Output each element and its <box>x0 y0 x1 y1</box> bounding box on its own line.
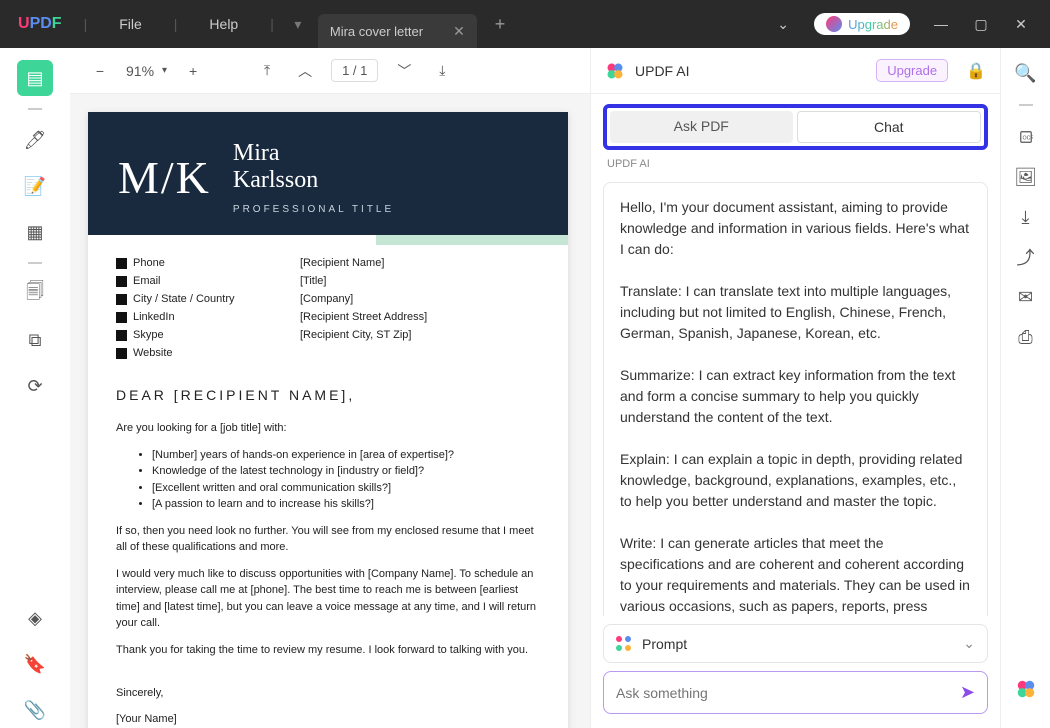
ai-title: UPDF AI <box>635 63 689 79</box>
left-sidebar: ▤ 🖊 📝 ▦ 🗐 ⧉ ⟳ ◈ 🔖 📎 <box>0 48 70 728</box>
location-icon <box>116 294 127 305</box>
ai-messages[interactable]: Hello, I'm your document assistant, aimi… <box>591 176 1000 616</box>
ai-panel: UPDF AI Upgrade 🔒 Ask PDF Chat UPDF AI H… <box>590 48 1000 728</box>
tab-title: Mira cover letter <box>330 24 423 39</box>
website-icon <box>116 348 127 359</box>
name-first: Mira <box>233 140 394 167</box>
upgrade-icon <box>826 16 842 32</box>
first-page-button[interactable]: ⤒ <box>255 59 279 83</box>
mail-icon[interactable]: ✉ <box>1015 286 1037 308</box>
svg-text:OCR: OCR <box>1022 135 1033 141</box>
ask-input-container: ➤ <box>603 671 988 714</box>
title-bar: UPDF | File | Help | ▾ Mira cover letter… <box>0 0 1050 48</box>
prev-page-button[interactable]: ︿ <box>293 59 317 83</box>
close-tab-icon[interactable]: ✕ <box>453 23 465 40</box>
chevron-down-icon: ⌄ <box>963 635 975 652</box>
zoom-out-button[interactable]: − <box>88 59 112 83</box>
tool-edit-icon[interactable]: 📝 <box>17 168 53 204</box>
ai-assistant-message: Hello, I'm your document assistant, aimi… <box>603 182 988 616</box>
share-icon[interactable]: ⤴ <box>1015 246 1037 268</box>
upgrade-label: Upgrade <box>848 17 898 32</box>
recipient-block: [Recipient Name] [Title] [Company] [Reci… <box>300 257 427 359</box>
monogram: M/K <box>118 151 211 204</box>
document-toolbar: − 91%▾ + ⤒ ︿ 1 / 1 ﹀ ⤓ <box>70 48 590 94</box>
window-minimize-icon[interactable]: — <box>932 16 950 32</box>
tool-highlighter-icon[interactable]: 🖊 <box>17 122 53 158</box>
new-tab-button[interactable]: + <box>495 14 506 35</box>
menu-help[interactable]: Help <box>181 16 266 32</box>
tool-reader-icon[interactable]: ▤ <box>17 60 53 96</box>
ask-input[interactable] <box>616 685 960 701</box>
window-maximize-icon[interactable]: ▢ <box>972 16 990 33</box>
updf-ai-logo-icon <box>605 61 625 81</box>
ai-launcher-icon[interactable] <box>1015 678 1037 700</box>
upgrade-badge[interactable]: Upgrade <box>814 13 910 35</box>
salutation: DEAR [RECIPIENT NAME], <box>116 385 540 406</box>
zoom-in-button[interactable]: + <box>181 59 205 83</box>
window-close-icon[interactable]: ✕ <box>1012 16 1030 33</box>
skype-icon <box>116 330 127 341</box>
page-1: M/K Mira Karlsson PROFESSIONAL TITLE Pho… <box>88 112 568 728</box>
zoom-level[interactable]: 91%▾ <box>126 63 167 79</box>
attachment-icon[interactable]: 📎 <box>17 692 53 728</box>
export-icon[interactable]: ⤓ <box>1015 206 1037 228</box>
next-page-button[interactable]: ﹀ <box>392 59 416 83</box>
tool-organize-icon[interactable]: 🗐 <box>17 276 53 312</box>
ai-header: UPDF AI Upgrade 🔒 <box>591 48 1000 94</box>
bookmark-icon[interactable]: 🔖 <box>17 646 53 682</box>
ai-upgrade-button[interactable]: Upgrade <box>876 59 948 82</box>
prompt-label: Prompt <box>642 636 687 652</box>
document-canvas[interactable]: M/K Mira Karlsson PROFESSIONAL TITLE Pho… <box>70 94 590 728</box>
page-indicator[interactable]: 1 / 1 <box>331 59 378 82</box>
send-button[interactable]: ➤ <box>960 682 975 703</box>
lock-icon[interactable]: 🔒 <box>966 61 986 81</box>
tool-convert-icon[interactable]: ⟳ <box>17 368 53 404</box>
tool-pages-icon[interactable]: ▦ <box>17 214 53 250</box>
linkedin-icon <box>116 312 127 323</box>
app-logo: UPDF <box>0 15 80 33</box>
document-area: − 91%▾ + ⤒ ︿ 1 / 1 ﹀ ⤓ M/K Mira Karlsson… <box>70 48 590 728</box>
chevron-down-icon[interactable]: ⌄ <box>774 16 792 33</box>
tab-chat[interactable]: Chat <box>797 111 982 143</box>
prompt-icon <box>616 636 632 652</box>
ocr-icon[interactable]: OCR <box>1015 126 1037 148</box>
prompt-selector[interactable]: Prompt ⌄ <box>603 624 988 663</box>
print-icon[interactable]: ⎙ <box>1015 326 1037 348</box>
search-icon[interactable]: 🔍 <box>1015 62 1037 84</box>
letter-body: DEAR [RECIPIENT NAME], Are you looking f… <box>88 363 568 728</box>
image-icon[interactable]: 🖼 <box>1015 166 1037 188</box>
last-page-button[interactable]: ⤓ <box>430 59 454 83</box>
layers-icon[interactable]: ◈ <box>17 600 53 636</box>
phone-icon <box>116 258 127 269</box>
tool-crop-icon[interactable]: ⧉ <box>17 322 53 358</box>
ai-subtitle: UPDF AI <box>591 154 1000 176</box>
email-icon <box>116 276 127 287</box>
tab-dropdown-icon[interactable]: ▾ <box>278 16 318 33</box>
tab-ask-pdf[interactable]: Ask PDF <box>610 111 793 143</box>
document-tab[interactable]: Mira cover letter ✕ <box>318 14 477 48</box>
name-last: Karlsson <box>233 167 394 194</box>
right-sidebar: 🔍 OCR 🖼 ⤓ ⤴ ✉ ⎙ <box>1000 48 1050 728</box>
ai-tabs: Ask PDF Chat <box>603 104 988 150</box>
professional-title: PROFESSIONAL TITLE <box>233 204 394 215</box>
menu-file[interactable]: File <box>91 16 170 32</box>
contact-left: Phone Email City / State / Country Linke… <box>116 257 276 359</box>
